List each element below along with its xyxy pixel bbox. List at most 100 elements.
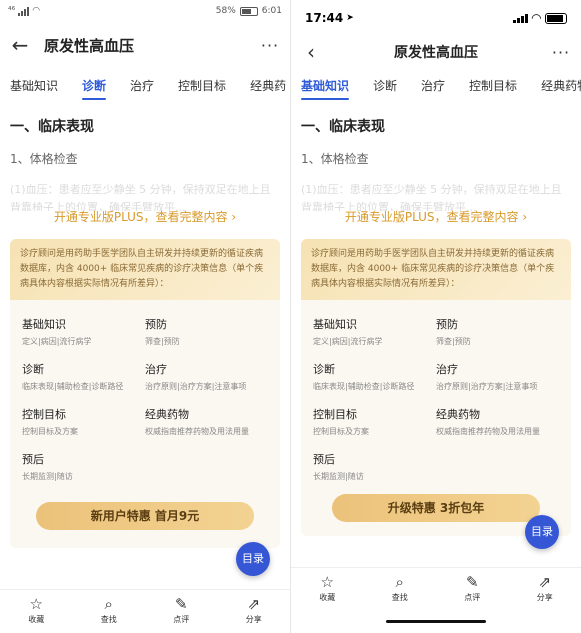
review-label: 点评 <box>464 593 481 602</box>
feature-title: 治疗 <box>145 363 167 376</box>
feature-title: 预防 <box>436 318 458 331</box>
tab-classic-drugs[interactable]: 经典药 <box>250 71 286 100</box>
feature-sub: 长期监测|随访 <box>313 472 364 481</box>
clock: 6:01 <box>261 6 282 16</box>
feature-sub: 筛查|预防 <box>145 337 180 346</box>
feature-title: 基础知识 <box>313 318 357 331</box>
subsection-title: 1、体格检查 <box>301 152 369 166</box>
feature-grid: 基础知识 定义|病因|流行病学 预防 筛查|预防 诊断 临床表现|辅助检查|诊断路径 … <box>10 300 280 486</box>
review-button[interactable]: ✎ 点评 <box>436 568 509 607</box>
toc-button[interactable]: 目录 <box>236 542 270 576</box>
feature-sub: 定义|病因|流行病学 <box>313 337 383 346</box>
feature-sub: 控制目标及方案 <box>22 427 78 436</box>
signal-icon <box>512 13 528 23</box>
android-screen: ⁴⁶ ◠ 58% 6:01 ← 原发性高血压 ··· 基础知识 诊断 治疗 控制… <box>0 0 290 633</box>
favorite-button[interactable]: ☆ 收藏 <box>291 568 364 607</box>
tab-treatment[interactable]: 治疗 <box>421 71 445 100</box>
locked-text: (1)血压：患者应至少静坐 5 分钟，保持双足在地上且背靠椅子上的位置，确保手臂… <box>10 183 271 211</box>
feature-sub: 定义|病因|流行病学 <box>22 337 92 346</box>
feature-sub: 筛查|预防 <box>436 337 471 346</box>
feature-item: 基础知识 定义|病因|流行病学 <box>22 316 145 347</box>
edit-icon: ✎ <box>465 573 479 591</box>
wifi-icon: ◠ <box>531 11 541 25</box>
feature-item: 预防筛查|预防 <box>436 316 559 347</box>
feature-title: 控制目标 <box>313 408 357 421</box>
ios-screen: 17:44 ➤ ◠ ‹ 原发性高血压 ··· 基础知识 诊断 治疗 控制目标 经… <box>291 0 581 633</box>
feature-item: 经典药物权威指南推荐药物及用法用量 <box>436 406 559 437</box>
subsection-title: 1、体格检查 <box>10 152 78 166</box>
search-icon: ⌕ <box>104 595 113 613</box>
upgrade-offer-button[interactable]: 升级特惠 3折包年 <box>332 494 540 522</box>
feature-sub: 控制目标及方案 <box>313 427 369 436</box>
tab-basic[interactable]: 基础知识 <box>301 71 350 100</box>
feature-title: 经典药物 <box>436 408 480 421</box>
favorite-label: 收藏 <box>28 615 45 624</box>
search-icon: ⌕ <box>395 573 404 591</box>
card-intro: 诊疗顾问是用药助手医学团队自主研发并持续更新的循证疾病数据库，内含 4000+ … <box>301 239 571 300</box>
feature-item: 预后 长期监测|随访 <box>313 451 436 482</box>
status-bar: ⁴⁶ ◠ 58% 6:01 <box>0 0 290 22</box>
share-icon: ⇗ <box>538 573 552 591</box>
more-icon[interactable]: ··· <box>541 43 581 62</box>
share-button[interactable]: ⇗ 分享 <box>218 590 291 633</box>
tab-diagnosis[interactable]: 诊断 <box>82 71 107 100</box>
feature-sub: 治疗原则|治疗方案|注意事项 <box>436 382 538 391</box>
find-label: 查找 <box>100 615 117 624</box>
section-title: 一、临床表现 <box>301 119 385 135</box>
wifi-icon: ◠ <box>32 6 41 16</box>
tab-basic[interactable]: 基础知识 <box>10 71 58 100</box>
feature-sub: 权威指南推荐药物及用法用量 <box>436 427 540 436</box>
tab-diagnosis[interactable]: 诊断 <box>373 71 397 100</box>
feature-item: 预后长期监测|随访 <box>22 451 145 482</box>
tab-classic-drugs[interactable]: 经典药物 <box>541 71 581 100</box>
star-icon: ☆ <box>29 595 43 613</box>
feature-title: 经典药物 <box>145 408 189 421</box>
share-label: 分享 <box>245 615 262 624</box>
battery-percent: 58% <box>215 6 236 16</box>
tab-bar: 基础知识 诊断 治疗 控制目标 经典药 <box>0 68 290 102</box>
feature-item: 基础知识定义|病因|流行病学 <box>313 316 436 347</box>
new-user-offer-button[interactable]: 新用户特惠 首月9元 <box>36 502 254 530</box>
find-label: 查找 <box>391 593 408 602</box>
back-arrow-icon[interactable]: ← <box>0 33 40 57</box>
feature-title: 预防 <box>145 318 167 331</box>
share-button[interactable]: ⇗ 分享 <box>509 568 581 607</box>
review-button[interactable]: ✎ 点评 <box>145 590 218 633</box>
feature-grid: 基础知识 定义|病因|流行病学 预防 筛查|预防 诊断 临床表现|辅助检查|诊断路径 … <box>301 300 571 486</box>
signal-icon <box>18 6 30 16</box>
feature-item: 经典药物 权威指南推荐药物及用法用量 <box>145 406 268 437</box>
feature-item: 诊断临床表现|辅助检查|诊断路径 <box>22 361 145 392</box>
feature-item: 治疗治疗原则|治疗方案|注意事项 <box>436 361 559 392</box>
share-icon: ⇗ <box>247 595 261 613</box>
section-title: 一、临床表现 <box>10 119 94 135</box>
feature-title: 诊断 <box>22 363 44 376</box>
find-button[interactable]: ⌕ 查找 <box>364 568 437 607</box>
location-icon: ➤ <box>346 13 354 23</box>
content: 一、临床表现 1、体格检查 (1)血压：患者应至少静坐 5 分钟，保持双足在地上… <box>0 116 290 548</box>
feature-sub: 临床表现|辅助检查|诊断路径 <box>22 382 124 391</box>
feature-item: 预防筛查|预防 <box>145 316 268 347</box>
more-icon[interactable]: ··· <box>250 36 290 55</box>
clock: 17:44 <box>305 11 344 25</box>
favorite-label: 收藏 <box>319 593 336 602</box>
feature-title: 预后 <box>22 453 44 466</box>
card-intro: 诊疗顾问是用药助手医学团队自主研发并持续更新的循证疾病数据库，内含 4000+ … <box>10 239 280 300</box>
home-indicator[interactable] <box>386 620 486 623</box>
feature-item: 治疗 治疗原则|治疗方案|注意事项 <box>145 361 268 392</box>
toc-button[interactable]: 目录 <box>525 515 559 549</box>
tab-control-target[interactable]: 控制目标 <box>469 71 517 100</box>
feature-title: 控制目标 <box>22 408 66 421</box>
back-chevron-icon[interactable]: ‹ <box>291 40 331 64</box>
tab-control-target[interactable]: 控制目标 <box>178 71 226 100</box>
review-label: 点评 <box>173 615 190 624</box>
nav-bar: ‹ 原发性高血压 ··· <box>291 36 581 68</box>
nav-bar: ← 原发性高血压 ··· <box>0 22 290 68</box>
favorite-button[interactable]: ☆ 收藏 <box>0 590 73 633</box>
feature-title: 治疗 <box>436 363 458 376</box>
feature-sub: 长期监测|随访 <box>22 472 73 481</box>
locked-text: (1)血压：患者应至少静坐 5 分钟，保持双足在地上且背靠椅子上的位置，确保手臂… <box>301 183 562 211</box>
feature-title: 诊断 <box>313 363 335 376</box>
find-button[interactable]: ⌕ 查找 <box>73 590 146 633</box>
feature-sub: 临床表现|辅助检查|诊断路径 <box>313 382 415 391</box>
tab-treatment[interactable]: 治疗 <box>130 71 154 100</box>
